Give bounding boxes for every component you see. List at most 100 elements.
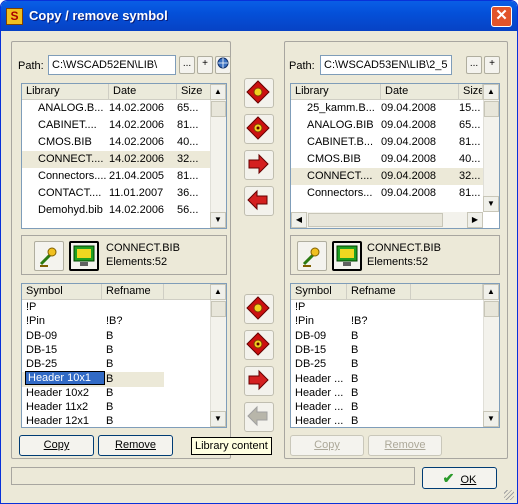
library-row[interactable]: CABINET.B... 09.04.2008 81... [291,134,483,151]
right-remove-button[interactable]: Remove [368,435,442,456]
library-row[interactable]: Connectors.... 21.04.2005 81... [22,168,210,185]
scroll-down-icon[interactable]: ▼ [210,411,226,427]
symbol-row[interactable]: Header 10x1 B [22,370,164,387]
scroll-up-icon[interactable]: ▲ [210,84,226,100]
library-name: ANALOG.B... [38,102,104,114]
library-row[interactable]: CMOS.BIB 09.04.2008 40... [291,151,483,168]
arrow-right-icon [248,369,269,391]
left-library-content-button[interactable] [69,241,99,271]
right-col-date[interactable]: Date [381,84,459,100]
left-symbol-scrollbar[interactable]: ▲ ▼ [210,284,226,427]
library-row[interactable]: 25_kamm.B... 09.04.2008 15... [291,100,483,117]
library-row[interactable]: Connectors... 09.04.2008 81... [291,185,483,202]
symbol-row[interactable]: DB-15 B [291,343,411,358]
symbol-row[interactable]: !P [291,300,411,315]
app-icon: S [6,8,23,25]
copy-library-button[interactable] [244,78,274,108]
right-library-hscrollbar[interactable]: ◀ ▶ [291,212,483,228]
symbol-row[interactable]: !Pin !B? [291,314,411,329]
library-row[interactable]: ANALOG.B... 14.02.2006 65... [22,100,210,117]
library-row[interactable]: ANALOG.BIB 09.04.2008 65... [291,117,483,134]
scroll-thumb[interactable] [211,101,226,117]
library-row[interactable]: CABINET.... 14.02.2006 81... [22,117,210,134]
right-symbol-scrollbar[interactable]: ▲ ▼ [483,284,499,427]
right-col-library[interactable]: Library [291,84,381,100]
scroll-down-icon[interactable]: ▼ [483,411,499,427]
remove-library-button[interactable] [244,114,274,144]
title-bar[interactable]: S Copy / remove symbol ✕ [1,1,517,31]
close-button[interactable]: ✕ [491,6,512,27]
resize-grip-icon[interactable] [504,490,514,500]
symbol-row[interactable]: DB-25 B [22,357,164,372]
symbol-row[interactable]: DB-09 B [22,329,164,344]
scroll-right-icon[interactable]: ▶ [467,212,483,228]
scroll-thumb[interactable] [211,301,226,317]
left-col-refname[interactable]: Refname [102,284,164,300]
left-symbol-list[interactable]: Symbol Refname !P !Pin !B? DB-09 B DB-15 B DB-2… [21,283,227,428]
scroll-up-icon[interactable]: ▲ [210,284,226,300]
left-add-path-button[interactable]: + [197,56,213,74]
left-col-symbol[interactable]: Symbol [22,284,102,300]
library-row[interactable]: CONTACT.... 11.01.2007 36... [22,185,210,202]
scroll-down-icon[interactable]: ▼ [483,196,499,212]
symbol-row[interactable]: Header ... B [291,386,411,401]
right-col-refname[interactable]: Refname [347,284,411,300]
library-row[interactable]: CMOS.BIB 14.02.2006 40... [22,134,210,151]
scroll-thumb[interactable] [484,301,499,317]
right-library-scrollbar[interactable]: ▲ ▼ [483,84,499,212]
left-browse-button[interactable]: ... [179,56,195,74]
right-library-settings-button[interactable] [297,241,327,271]
symbol-row[interactable]: !P [22,300,164,315]
left-network-button[interactable] [215,56,231,74]
library-date: 09.04.2008 [381,170,437,182]
remove-library-button[interactable] [244,330,274,360]
arrow-left-button[interactable] [244,402,274,432]
library-row[interactable]: CONNECT.... 09.04.2008 32... [291,168,483,185]
left-col-blank [164,284,211,300]
arrow-right-button[interactable] [244,366,274,396]
copy-library-button[interactable] [244,294,274,324]
symbol-row[interactable]: !Pin !B? [22,314,164,329]
right-col-symbol[interactable]: Symbol [291,284,347,300]
right-copy-button[interactable]: Copy [290,435,364,456]
scroll-left-icon[interactable]: ◀ [291,212,307,228]
right-add-path-button[interactable]: + [484,56,500,74]
right-browse-button[interactable]: ... [466,56,482,74]
left-col-date[interactable]: Date [109,84,177,100]
ok-button[interactable]: ✔ OK [422,467,497,489]
symbol-row[interactable]: DB-09 B [291,329,411,344]
right-col-size[interactable]: Size [459,84,483,100]
symbol-row[interactable]: DB-15 B [22,343,164,358]
left-col-size[interactable]: Size [177,84,211,100]
symbol-row[interactable]: Header ... B [291,414,411,427]
symbol-row[interactable]: Header 11x2 B [22,400,164,415]
symbol-row[interactable]: Header ... B [291,400,411,415]
left-path-input[interactable]: C:\WSCAD52EN\LIB\ [48,55,176,75]
right-path-input[interactable]: C:\WSCAD53EN\LIB\2_5 [320,55,452,75]
left-library-list[interactable]: Library Date Size ANALOG.B... 14.02.2006 6… [21,83,227,229]
left-remove-button[interactable]: Remove [98,435,173,456]
left-library-scrollbar[interactable]: ▲ ▼ [210,84,226,228]
symbol-row[interactable]: Header ... B [291,372,411,387]
scroll-thumb[interactable] [484,101,499,117]
arrow-right-button[interactable] [244,150,274,180]
symbol-row[interactable]: Header 10x2 B [22,386,164,401]
symbol-name: Header ... [295,401,344,414]
hscroll-thumb[interactable] [308,213,443,227]
left-copy-button[interactable]: Copy [19,435,94,456]
left-library-settings-button[interactable] [34,241,64,271]
symbol-row[interactable]: DB-25 B [291,357,411,372]
library-row[interactable]: Demohyd.bib 14.02.2006 56... [22,202,210,219]
scroll-up-icon[interactable]: ▲ [483,84,499,100]
right-library-list[interactable]: Library Date Size 25_kamm.B... 09.04.2008… [290,83,500,229]
symbol-row[interactable]: Header 12x1 B [22,414,164,427]
arrow-left-button[interactable] [244,186,274,216]
symbol-name: Header 11x2 [26,401,89,414]
right-symbol-list[interactable]: Symbol Refname !P !Pin !B? DB-09 B DB-15 B DB-2… [290,283,500,428]
right-library-elements: Elements:52 [367,256,429,268]
scroll-up-icon[interactable]: ▲ [483,284,499,300]
scroll-down-icon[interactable]: ▼ [210,212,226,228]
left-col-library[interactable]: Library [22,84,109,100]
library-row[interactable]: CONNECT.... 14.02.2006 32... [22,151,210,168]
right-library-content-button[interactable] [332,241,362,271]
